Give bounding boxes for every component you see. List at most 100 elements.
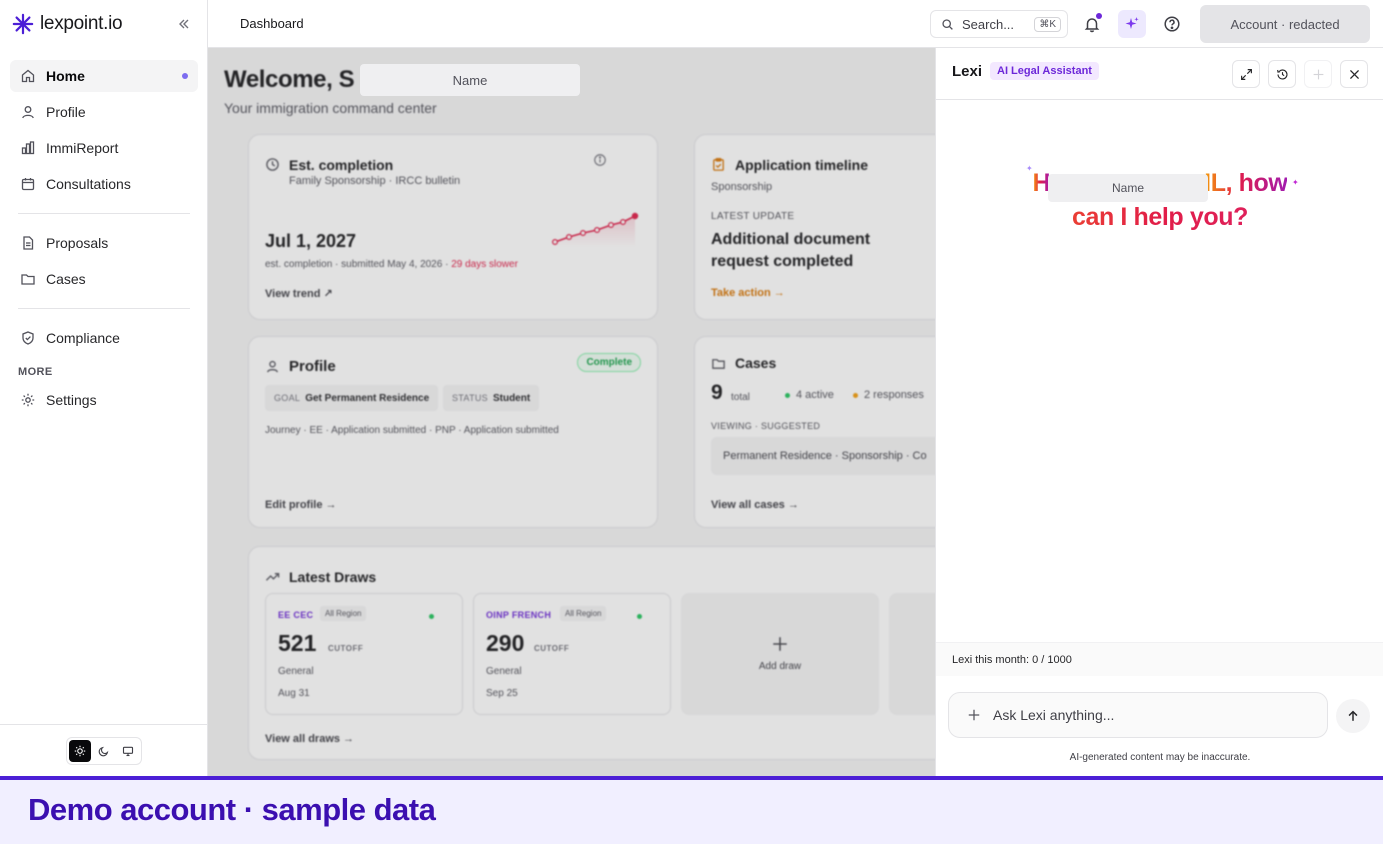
redacted-name: Name [1048, 174, 1208, 202]
greeting-line-2: can I help you? [936, 200, 1383, 234]
draw-score: 521 [278, 630, 317, 656]
sidebar-item-home[interactable]: Home [10, 60, 198, 92]
theme-light-button[interactable] [68, 739, 91, 762]
search-label: Search... [962, 16, 1015, 32]
viewing-label: VIEWING · SUGGESTED [711, 421, 821, 431]
expand-button[interactable] [1232, 60, 1260, 88]
trending-up-icon [265, 573, 280, 581]
send-button[interactable] [1336, 699, 1370, 733]
sidebar-item-cases[interactable]: Cases [10, 263, 198, 295]
help-button[interactable] [1158, 10, 1186, 38]
sidebar-item-label: ImmiReport [46, 140, 119, 156]
view-all-cases-link[interactable]: View all cases → [711, 499, 799, 511]
active-dot [182, 73, 188, 79]
status-badge: Complete [577, 353, 641, 372]
est-completion-card: Est. completion Family Sponsorship · IRC… [248, 134, 658, 320]
account-menu[interactable]: Account · redacted [1200, 5, 1370, 43]
search-shortcut: ⌘K [1034, 16, 1061, 32]
journey-text: Journey · EE · Application submitted · P… [265, 425, 559, 436]
history-icon [1276, 68, 1288, 80]
sidebar-item-label: Home [46, 68, 85, 84]
welcome-subtitle: Your immigration command center [224, 100, 437, 116]
card-title: Est. completion [289, 157, 394, 173]
suggested-case[interactable]: Permanent Residence · Sponsorship · Co [711, 437, 935, 475]
brand-logo[interactable]: lexpoint.io [12, 12, 123, 36]
est-completion-note: est. completion · submitted May 4, 2026 … [265, 259, 518, 270]
draw-card[interactable]: OINP FRENCH All Region 290 CUTOFF Genera… [473, 593, 671, 715]
draw-type: General [278, 666, 314, 677]
expand-icon [1240, 68, 1252, 80]
ask-lexi-input[interactable] [993, 707, 1293, 723]
sidebar-item-settings[interactable]: Settings [10, 384, 198, 416]
sidebar-item-profile[interactable]: Profile [10, 96, 198, 128]
clipboard-icon [713, 158, 724, 171]
card-title: Profile [289, 358, 336, 375]
theme-system-button[interactable] [117, 740, 139, 762]
history-button[interactable] [1268, 60, 1296, 88]
moon-icon [98, 746, 108, 756]
cases-total: 9 [711, 381, 723, 404]
lexi-assistant-button[interactable] [1118, 10, 1146, 38]
lexi-usage: Lexi this month: 0 / 1000 [936, 642, 1383, 676]
sidebar: lexpoint.io Home Profile ImmiReport Cons… [0, 0, 208, 776]
notifications-button[interactable] [1078, 10, 1106, 38]
asterisk-logo-icon [12, 13, 34, 35]
topbar: Dashboard Search... ⌘K Account · redacte… [208, 0, 1383, 48]
card-subtitle: Family Sponsorship · IRCC bulletin [289, 175, 461, 187]
nav-divider [18, 308, 190, 309]
user-icon [22, 106, 34, 119]
gear-icon [21, 393, 35, 407]
goal-chip: GOAL Get Permanent Residence [265, 385, 439, 411]
attach-plus-icon[interactable] [967, 708, 981, 722]
sidebar-item-label: Compliance [46, 330, 120, 346]
view-all-draws-link[interactable]: View all draws → [265, 733, 354, 745]
info-icon[interactable] [593, 153, 607, 167]
lexi-header: Lexi AI Legal Assistant [936, 48, 1383, 100]
monitor-icon [122, 746, 133, 756]
home-icon [21, 69, 35, 83]
draw-type: General [486, 666, 522, 677]
add-draw-label: Add draw [758, 661, 802, 672]
draw-program: EE CEC [278, 610, 314, 620]
sidebar-item-consultations[interactable]: Consultations [10, 168, 198, 200]
sidebar-item-proposals[interactable]: Proposals [10, 227, 198, 259]
sun-icon [74, 745, 85, 756]
trend-sparkline [551, 212, 639, 247]
draw-cutoff-label: CUTOFF [328, 644, 364, 653]
notification-dot [1096, 13, 1102, 19]
lexi-badge: AI Legal Assistant [990, 62, 1099, 80]
edit-profile-link[interactable]: Edit profile → [265, 499, 337, 511]
user-icon [266, 360, 279, 373]
latest-update-text: Additional document request completed [711, 231, 871, 270]
sidebar-item-label: Proposals [46, 235, 109, 251]
sidebar-footer [0, 724, 207, 776]
search-button[interactable]: Search... ⌘K [930, 10, 1068, 38]
application-timeline-card: Application timeline Sponsorship LATEST … [694, 134, 935, 320]
delta-text: 29 days slower [451, 259, 518, 270]
sparkles-icon [1125, 17, 1139, 29]
bar-chart-icon [21, 141, 35, 155]
take-action-link[interactable]: Take action → [711, 287, 785, 299]
close-button[interactable] [1340, 60, 1368, 88]
add-draw-button[interactable]: Add draw [681, 593, 879, 715]
view-trend-link[interactable]: View trend ↗ [265, 287, 333, 300]
draw-program: OINP FRENCH [486, 610, 552, 620]
collapse-sidebar-icon[interactable] [176, 16, 192, 32]
timeline-program: Sponsorship [711, 181, 773, 193]
welcome-heading: Welcome, S [224, 66, 355, 93]
new-chat-button[interactable] [1304, 60, 1332, 88]
card-title: Latest Draws [289, 569, 377, 585]
brand-name: lexpoint.io [40, 13, 123, 34]
draw-status-dot [637, 614, 642, 619]
nav-section-more: MORE [18, 366, 53, 378]
draw-card[interactable]: EE CEC All Region 521 CUTOFF General Aug… [265, 593, 463, 715]
theme-dark-button[interactable] [93, 740, 115, 762]
arrow-up-icon [1348, 710, 1358, 721]
sidebar-item-label: Settings [46, 392, 97, 408]
sidebar-nav: Home Profile ImmiReport Consultations Pr… [10, 60, 198, 420]
shield-check-icon [22, 331, 34, 345]
folder-icon [21, 274, 35, 285]
sidebar-item-immireport[interactable]: ImmiReport [10, 132, 198, 164]
calendar-icon [21, 178, 35, 191]
sidebar-item-compliance[interactable]: Compliance [10, 322, 198, 354]
